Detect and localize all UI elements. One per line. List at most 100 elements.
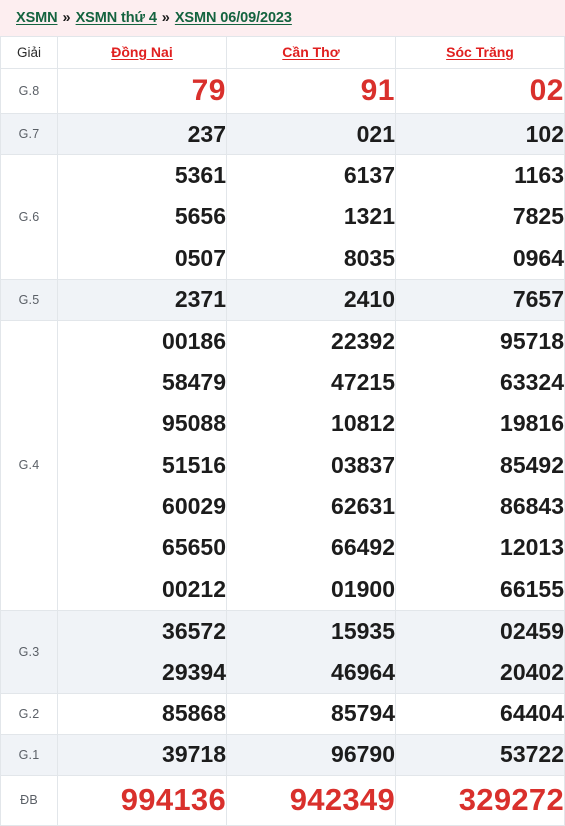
result-number: 102 — [525, 120, 564, 147]
result-number: 03837 — [331, 451, 395, 478]
breadcrumb-separator: » — [161, 10, 170, 26]
result-number: 85794 — [331, 700, 395, 727]
table-row: G.8 79 91 02 — [0, 68, 565, 114]
breadcrumb-link-region[interactable]: XSMN — [16, 10, 58, 26]
result-number: 85868 — [162, 700, 226, 727]
result-number: 01900 — [331, 575, 395, 602]
result-number: 02459 — [500, 617, 564, 644]
result-number: 39718 — [162, 741, 226, 768]
result-cell-soc-trang: 329272 — [395, 774, 565, 826]
result-cell-soc-trang: 53722 — [395, 733, 565, 776]
result-number: 58479 — [162, 369, 226, 396]
result-number: 00212 — [162, 575, 226, 602]
result-number: 8035 — [343, 244, 395, 271]
result-number: 6137 — [343, 162, 395, 188]
result-number: 20402 — [500, 658, 564, 685]
result-cell-dong-nai: 237 — [57, 113, 227, 155]
province-link-soc-trang[interactable]: Sóc Trăng — [446, 44, 514, 60]
result-number: 53722 — [500, 741, 564, 768]
province-link-can-tho[interactable]: Cần Thơ — [282, 44, 339, 60]
column-header-can-tho: Cần Thơ — [226, 36, 396, 69]
result-number: 66492 — [331, 534, 395, 561]
result-number: 91 — [360, 74, 395, 107]
result-number: 29394 — [162, 658, 226, 685]
result-number: 36572 — [162, 617, 226, 644]
result-cell-soc-trang: 102 — [395, 113, 565, 155]
result-cell-soc-trang: 64404 — [395, 692, 565, 735]
result-number: 22392 — [331, 327, 395, 354]
result-cell-dong-nai: 36572 29394 — [57, 609, 227, 694]
grade-label: G.5 — [0, 278, 58, 321]
result-number: 0964 — [512, 244, 564, 271]
result-number: 2410 — [343, 286, 395, 313]
result-cell-can-tho: 91 — [226, 68, 396, 114]
result-cell-can-tho: 942349 — [226, 774, 396, 826]
result-cell-can-tho: 22392 47215 10812 03837 62631 66492 01900 — [226, 319, 396, 611]
result-cell-dong-nai: 994136 — [57, 774, 227, 826]
result-cell-soc-trang: 7657 — [395, 278, 565, 321]
result-number: 62631 — [331, 493, 395, 520]
result-cell-dong-nai: 2371 — [57, 278, 227, 321]
table-row: G.6 5361 5656 0507 6137 1321 8035 1163 7825 09… — [0, 154, 565, 280]
result-number: 96790 — [331, 741, 395, 768]
result-cell-soc-trang: 02459 20402 — [395, 609, 565, 694]
breadcrumb: XSMN » XSMN thứ 4 » XSMN 06/09/2023 — [0, 0, 565, 36]
result-number: 7657 — [512, 286, 564, 313]
grade-label: G.2 — [0, 692, 58, 735]
result-number: 1321 — [343, 203, 395, 230]
column-header-dong-nai: Đồng Nai — [57, 36, 227, 69]
table-row: G.1 39718 96790 53722 — [0, 733, 565, 776]
province-link-dong-nai[interactable]: Đồng Nai — [111, 44, 172, 60]
result-number: 237 — [187, 120, 226, 147]
lottery-results-table: Giải Đồng Nai Cần Thơ Sóc Trăng G.8 79 9… — [0, 36, 565, 826]
result-number: 65650 — [162, 534, 226, 561]
result-number: 95088 — [162, 410, 226, 437]
result-number: 5656 — [174, 203, 226, 230]
grade-label: G.6 — [0, 154, 58, 280]
result-cell-soc-trang: 02 — [395, 68, 565, 114]
result-number: 1163 — [514, 162, 564, 188]
result-number: 51516 — [162, 451, 226, 478]
grade-label: G.7 — [0, 113, 58, 155]
result-cell-dong-nai: 00186 58479 95088 51516 60029 65650 00212 — [57, 319, 227, 611]
result-cell-can-tho: 2410 — [226, 278, 396, 321]
grade-label: G.3 — [0, 609, 58, 694]
table-header-row: Giải Đồng Nai Cần Thơ Sóc Trăng — [0, 36, 565, 69]
table-row: G.7 237 021 102 — [0, 113, 565, 155]
table-row: G.2 85868 85794 64404 — [0, 692, 565, 735]
result-number: 02 — [529, 74, 564, 107]
result-cell-can-tho: 15935 46964 — [226, 609, 396, 694]
grade-label: G.8 — [0, 68, 58, 114]
result-number: 12013 — [500, 534, 564, 561]
grade-label: G.1 — [0, 733, 58, 776]
result-number: 47215 — [331, 369, 395, 396]
result-cell-can-tho: 6137 1321 8035 — [226, 154, 396, 280]
result-number: 60029 — [162, 493, 226, 520]
result-cell-can-tho: 85794 — [226, 692, 396, 735]
result-number: 79 — [191, 74, 226, 107]
result-number: 329272 — [458, 782, 564, 818]
result-cell-dong-nai: 5361 5656 0507 — [57, 154, 227, 280]
result-cell-can-tho: 021 — [226, 113, 396, 155]
result-cell-soc-trang: 95718 63324 19816 85492 86843 12013 66155 — [395, 319, 565, 611]
result-number: 10812 — [331, 410, 395, 437]
result-number: 46964 — [331, 658, 395, 685]
breadcrumb-separator: » — [62, 10, 71, 26]
result-number: 0507 — [174, 244, 226, 271]
result-cell-soc-trang: 1163 7825 0964 — [395, 154, 565, 280]
result-number: 15935 — [331, 617, 395, 644]
table-row: G.3 36572 29394 15935 46964 02459 20402 — [0, 609, 565, 694]
result-cell-dong-nai: 79 — [57, 68, 227, 114]
breadcrumb-link-weekday[interactable]: XSMN thứ 4 — [76, 10, 157, 26]
result-number: 95718 — [500, 327, 564, 354]
result-number: 994136 — [120, 782, 226, 818]
result-number: 19816 — [500, 410, 564, 437]
result-number: 2371 — [174, 286, 226, 313]
grade-label: G.4 — [0, 319, 58, 611]
table-row: G.5 2371 2410 7657 — [0, 278, 565, 321]
table-row: G.4 00186 58479 95088 51516 60029 65650 00212 … — [0, 319, 565, 611]
column-header-grade: Giải — [0, 36, 58, 69]
result-number: 63324 — [500, 369, 564, 396]
result-number: 021 — [356, 120, 395, 147]
breadcrumb-link-date[interactable]: XSMN 06/09/2023 — [175, 10, 292, 26]
